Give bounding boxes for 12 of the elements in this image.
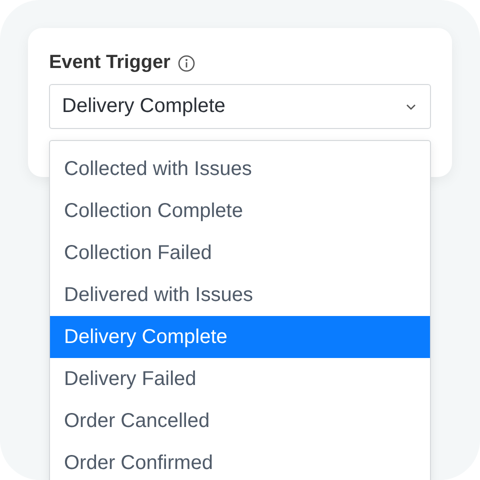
dropdown-option[interactable]: Collected with Issues bbox=[50, 148, 430, 190]
dropdown-option[interactable]: Collection Failed bbox=[50, 232, 430, 274]
info-icon[interactable] bbox=[178, 54, 196, 72]
dropdown-option[interactable]: Collection Complete bbox=[50, 190, 430, 232]
dropdown-option[interactable]: Delivery Complete bbox=[50, 316, 430, 358]
dropdown-option[interactable]: Order Confirmed bbox=[50, 442, 430, 480]
dropdown-option[interactable]: Order Cancelled bbox=[50, 400, 430, 442]
field-label: Event Trigger bbox=[49, 52, 170, 74]
event-trigger-select[interactable]: Delivery Complete bbox=[49, 84, 431, 129]
dropdown-option[interactable]: Delivered with Issues bbox=[50, 274, 430, 316]
chevron-down-icon bbox=[406, 104, 416, 110]
dropdown-option[interactable]: Delivery Failed bbox=[50, 358, 430, 400]
